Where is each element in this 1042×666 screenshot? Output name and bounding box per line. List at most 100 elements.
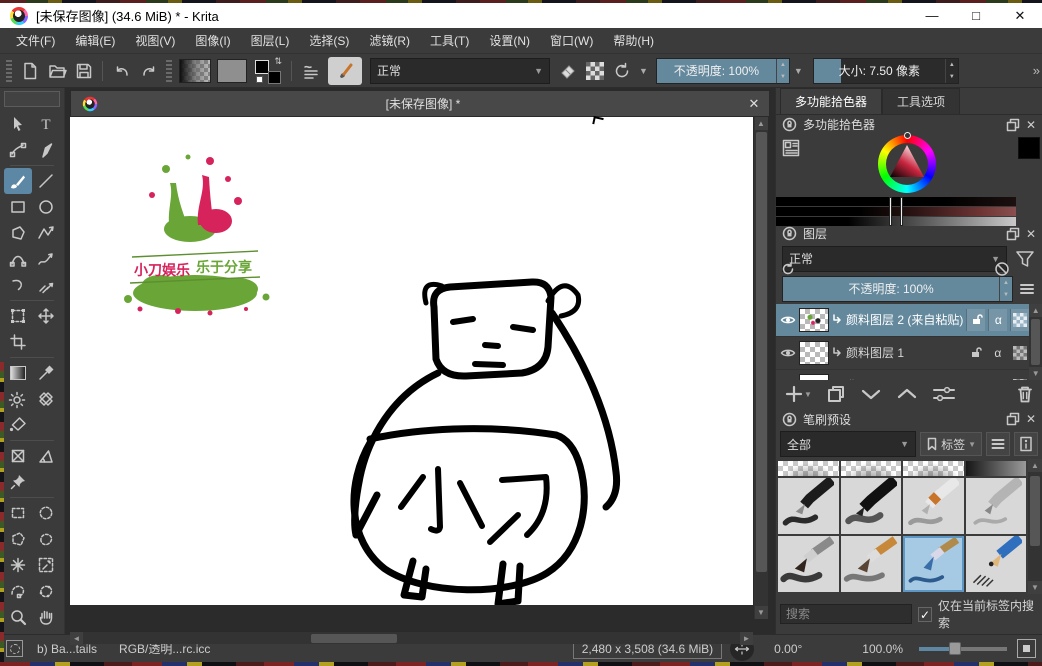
visibility-icon[interactable] xyxy=(780,378,796,380)
move-layer-up-button[interactable] xyxy=(896,384,918,404)
color-history-bars[interactable] xyxy=(776,197,1016,227)
pattern-chooser[interactable] xyxy=(217,59,247,83)
visibility-icon[interactable] xyxy=(780,345,796,361)
scroll-up-icon[interactable]: ▲ xyxy=(1028,459,1042,472)
brush-preset[interactable] xyxy=(778,478,839,534)
brush-grid-scrollbar[interactable]: ▲ ▼ xyxy=(1028,459,1042,594)
settings-icon[interactable] xyxy=(782,139,800,160)
scrollbar-thumb[interactable] xyxy=(1030,476,1040,546)
layer-inherit-alpha[interactable] xyxy=(1010,375,1029,380)
brush-preset[interactable] xyxy=(966,461,1027,476)
tool-ellipse-select[interactable] xyxy=(32,500,60,526)
foreground-background-colors[interactable]: ⇅ xyxy=(254,57,282,85)
save-button[interactable] xyxy=(70,57,97,84)
scroll-left-icon[interactable]: ◄ xyxy=(70,632,83,645)
layer-thumbnail[interactable] xyxy=(799,308,829,332)
presets-menu-icon[interactable] xyxy=(986,432,1010,456)
canvas[interactable]: 小刀娱乐 乐于分享 xyxy=(70,117,753,605)
brush-preset[interactable] xyxy=(903,461,964,476)
tool-contiguous-select[interactable] xyxy=(32,552,60,578)
tool-line[interactable] xyxy=(32,168,60,194)
scroll-up-icon[interactable]: ▲ xyxy=(755,117,768,130)
tool-ellipse[interactable] xyxy=(32,194,60,220)
bar-handle[interactable] xyxy=(900,197,903,226)
tool-calligraphy[interactable] xyxy=(32,137,60,163)
brush-option-slider-icon[interactable] xyxy=(297,57,324,84)
tool-rect-select[interactable] xyxy=(4,500,32,526)
brush-filter-dropdown[interactable]: 全部 ▼ xyxy=(780,431,916,457)
chevron-down-icon[interactable]: ▼ xyxy=(790,66,807,76)
brush-size-slider[interactable]: 大小: 7.50 像素 ▲▼ xyxy=(813,58,959,84)
gradient-chooser[interactable] xyxy=(179,59,211,83)
tool-bezier-select[interactable] xyxy=(4,578,32,604)
delete-layer-button[interactable] xyxy=(1016,384,1034,404)
no-entry-icon[interactable] xyxy=(994,261,1010,277)
lock-icon[interactable] xyxy=(782,117,797,132)
tool-edit-shapes[interactable] xyxy=(4,137,32,163)
menu-edit[interactable]: 编辑(E) xyxy=(65,28,125,54)
tool-magnetic-select[interactable] xyxy=(32,578,60,604)
search-scope-checkbox[interactable]: ✓ xyxy=(918,607,932,622)
scroll-down-icon[interactable]: ▼ xyxy=(1028,581,1042,594)
close-docker-icon[interactable]: ✕ xyxy=(1026,227,1036,241)
scroll-down-icon[interactable]: ▼ xyxy=(1029,367,1042,380)
rotation-angle[interactable]: 0.00° xyxy=(774,642,802,656)
menu-layer[interactable]: 图层(L) xyxy=(241,28,300,54)
canvas-only-mode-button[interactable] xyxy=(1017,639,1036,658)
blending-mode-dropdown[interactable]: 正常 ▼ xyxy=(370,58,550,84)
tool-reference-images[interactable] xyxy=(4,469,32,495)
layer-expand-icon[interactable] xyxy=(832,346,843,360)
minimize-button[interactable]: — xyxy=(910,3,954,28)
scrollbar-thumb[interactable] xyxy=(756,132,767,572)
zoom-percent[interactable]: 100.0% xyxy=(862,642,903,656)
layer-menu-icon[interactable] xyxy=(1018,280,1036,298)
tool-color-sampler[interactable] xyxy=(32,360,60,386)
close-docker-icon[interactable]: ✕ xyxy=(1026,412,1036,426)
move-layer-down-button[interactable] xyxy=(860,384,882,404)
menu-select[interactable]: 选择(S) xyxy=(299,28,359,54)
chevron-down-icon[interactable]: ▼ xyxy=(635,66,652,76)
close-button[interactable]: ✕ xyxy=(998,3,1042,28)
duplicate-layer-button[interactable] xyxy=(826,384,846,404)
menu-window[interactable]: 窗口(W) xyxy=(540,28,603,54)
scroll-right-icon[interactable]: ► xyxy=(740,632,753,645)
tool-select-shapes[interactable] xyxy=(4,111,32,137)
visibility-icon[interactable] xyxy=(780,312,796,328)
tool-freehand-select[interactable] xyxy=(32,526,60,552)
opacity-spinner[interactable]: ▲▼ xyxy=(776,59,789,83)
add-layer-button[interactable]: ▼ xyxy=(784,384,812,404)
layer-row[interactable]: 背景 α xyxy=(776,370,1029,380)
tool-assistants[interactable] xyxy=(4,443,32,469)
layer-opacity-spinner[interactable]: ▲▼ xyxy=(999,277,1012,301)
preset-details-icon[interactable] xyxy=(1014,432,1038,456)
brush-preset[interactable] xyxy=(778,536,839,592)
tool-multibrush[interactable] xyxy=(32,272,60,298)
tool-freehand-brush[interactable] xyxy=(4,168,32,194)
layer-expand-icon[interactable] xyxy=(832,379,843,380)
menu-tools[interactable]: 工具(T) xyxy=(420,28,479,54)
float-docker-icon[interactable] xyxy=(1006,227,1020,241)
brush-preset[interactable] xyxy=(966,536,1027,592)
tab-advanced-color-selector[interactable]: 多功能拾色器 xyxy=(780,88,882,114)
scroll-up-icon[interactable]: ▲ xyxy=(1029,304,1042,317)
maximize-button[interactable]: □ xyxy=(954,3,998,28)
tool-fill[interactable] xyxy=(4,412,32,438)
new-document-button[interactable] xyxy=(16,57,43,84)
refresh-icon[interactable] xyxy=(780,261,796,277)
menu-settings[interactable]: 设置(N) xyxy=(479,28,540,54)
scroll-down-icon[interactable]: ▼ xyxy=(755,606,768,619)
swap-colors-icon[interactable]: ⇅ xyxy=(274,57,282,65)
lock-icon[interactable] xyxy=(782,412,797,427)
tool-crop[interactable] xyxy=(4,329,32,355)
brush-preset[interactable] xyxy=(841,461,902,476)
tool-move[interactable] xyxy=(32,303,60,329)
selection-display-icon[interactable] xyxy=(6,640,23,657)
eraser-mode-button[interactable] xyxy=(554,57,581,84)
brush-preset[interactable] xyxy=(966,478,1027,534)
brush-search-input[interactable] xyxy=(780,604,912,624)
scrollbar-thumb[interactable] xyxy=(1031,319,1040,365)
reload-brush-button[interactable] xyxy=(608,57,635,84)
float-docker-icon[interactable] xyxy=(1006,118,1020,132)
tool-polygon[interactable] xyxy=(4,220,32,246)
brush-preset-selected[interactable] xyxy=(903,536,964,592)
